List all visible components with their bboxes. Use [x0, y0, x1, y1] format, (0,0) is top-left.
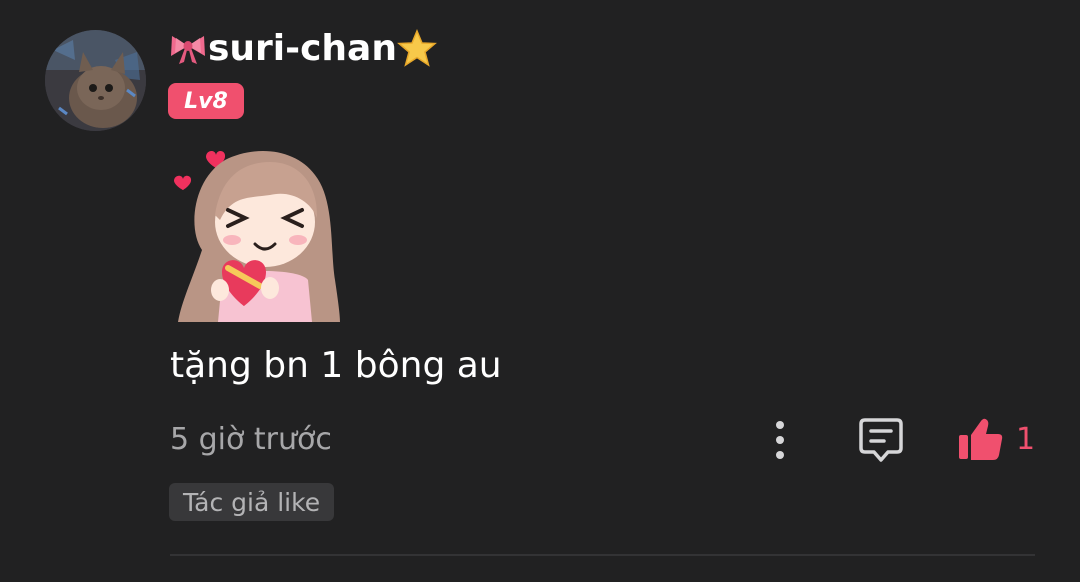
level-badge: Lv8: [168, 83, 244, 119]
like-button[interactable]: 1: [956, 414, 1035, 464]
like-count: 1: [1016, 421, 1036, 457]
reply-button[interactable]: [858, 416, 904, 464]
comment-item: suri-chan Lv8 tặng bn 1 bông au 5 giờ tr…: [0, 0, 1080, 582]
star-icon: [397, 29, 437, 67]
more-vertical-icon: [776, 421, 784, 459]
author-like-badge: Tác giả like: [169, 483, 335, 521]
username-text: suri-chan: [208, 27, 397, 69]
chibi-girl-heart-sticker: [170, 140, 345, 322]
thumbs-up-icon: [959, 418, 1003, 460]
comment-bubble-icon: [859, 418, 903, 462]
comment-text: tặng bn 1 bông au: [170, 345, 502, 386]
cat-photo-icon: [45, 30, 146, 131]
username[interactable]: suri-chan: [168, 26, 437, 70]
timestamp: 5 giờ trước: [170, 422, 332, 457]
more-options-button[interactable]: [764, 418, 796, 462]
divider: [170, 554, 1035, 556]
avatar[interactable]: [45, 30, 146, 131]
ribbon-icon: [171, 36, 205, 64]
